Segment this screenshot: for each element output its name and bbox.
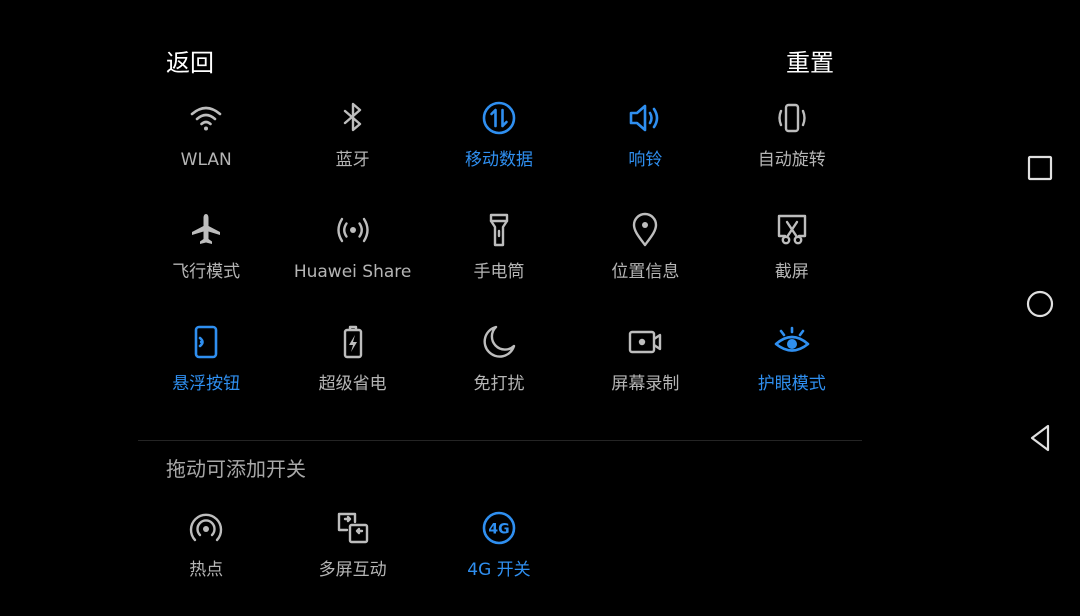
home-button[interactable]: [1020, 284, 1060, 324]
flashlight-icon: [477, 208, 521, 252]
auto-rotate-icon: [770, 96, 814, 140]
recent-apps-icon: [1027, 155, 1053, 181]
screen-record-icon: [623, 320, 667, 364]
toggle-ring[interactable]: 响铃: [572, 94, 718, 206]
toggle-4g[interactable]: 4G 4G 开关: [426, 504, 572, 616]
ring-icon: [623, 96, 667, 140]
multi-screen-icon: [331, 506, 375, 550]
hotspot-icon: [184, 506, 228, 550]
extra-toggle-row: 热点 多屏互动 4G 4G 开关: [133, 504, 865, 616]
eye-comfort-icon: [770, 320, 814, 364]
toggle-screenshot[interactable]: 截屏: [719, 206, 865, 318]
4g-icon: 4G: [477, 506, 521, 550]
toggle-label: 超级省电: [318, 374, 387, 394]
toggle-label: 4G 开关: [467, 560, 531, 580]
do-not-disturb-icon: [477, 320, 521, 364]
home-icon: [1026, 290, 1054, 318]
toggle-do-not-disturb[interactable]: 免打扰: [426, 318, 572, 430]
toggle-label: Huawei Share: [293, 262, 412, 282]
reset-button[interactable]: 重置: [786, 46, 834, 80]
toggle-label: 悬浮按钮: [172, 374, 241, 394]
toggle-mobile-data[interactable]: 移动数据: [426, 94, 572, 206]
back-button[interactable]: 返回: [166, 46, 214, 80]
section-divider: [138, 440, 862, 441]
toggle-screen-record[interactable]: 屏幕录制: [572, 318, 718, 430]
toggle-airplane-mode[interactable]: 飞行模式: [133, 206, 279, 318]
toggle-auto-rotate[interactable]: 自动旋转: [719, 94, 865, 206]
active-toggles-grid: WLAN 蓝牙 移动数据 响铃 自动旋转 飞行模式 Huawei Share 手…: [133, 94, 865, 430]
toggle-label: WLAN: [180, 150, 232, 170]
power-saving-icon: [331, 320, 375, 364]
available-toggles-grid: 热点 多屏互动 4G 4G 开关: [133, 504, 865, 616]
toggle-wlan[interactable]: WLAN: [133, 94, 279, 206]
recent-apps-button[interactable]: [1020, 148, 1060, 188]
screenshot-icon: [770, 208, 814, 252]
toggle-bluetooth[interactable]: 蓝牙: [279, 94, 425, 206]
bluetooth-icon: [331, 96, 375, 140]
toggle-flashlight[interactable]: 手电筒: [426, 206, 572, 318]
toggle-row-1: WLAN 蓝牙 移动数据 响铃 自动旋转: [133, 94, 865, 206]
toggle-label: 护眼模式: [757, 374, 826, 394]
quick-settings-editor: 返回 重置 WLAN 蓝牙 移动数据 响铃 自动旋转 飞行模式 Huawei S…: [0, 0, 1000, 608]
toggle-label: 位置信息: [611, 262, 680, 282]
toggle-label: 响铃: [628, 150, 663, 170]
toggle-floating-button[interactable]: 悬浮按钮: [133, 318, 279, 430]
toggle-huawei-share[interactable]: Huawei Share: [279, 206, 425, 318]
drag-hint-text: 拖动可添加开关: [166, 457, 306, 481]
toggle-hotspot[interactable]: 热点: [133, 504, 279, 616]
back-icon: [1030, 424, 1050, 452]
airplane-icon: [184, 208, 228, 252]
toggle-label: 免打扰: [473, 374, 525, 394]
location-icon: [623, 208, 667, 252]
toggle-location[interactable]: 位置信息: [572, 206, 718, 318]
toggle-power-saving[interactable]: 超级省电: [279, 318, 425, 430]
toggle-label: 手电筒: [473, 262, 525, 282]
svg-text:4G: 4G: [488, 522, 509, 538]
toggle-multi-screen[interactable]: 多屏互动: [279, 504, 425, 616]
back-nav-button[interactable]: [1020, 418, 1060, 458]
mobile-data-icon: [477, 96, 521, 140]
toggle-label: 屏幕录制: [611, 374, 680, 394]
toggle-label: 多屏互动: [318, 560, 387, 580]
toggle-label: 热点: [189, 560, 224, 580]
top-bar: 返回 重置: [166, 46, 834, 80]
toggle-label: 飞行模式: [172, 262, 241, 282]
toggle-eye-comfort[interactable]: 护眼模式: [719, 318, 865, 430]
toggle-row-3: 悬浮按钮 超级省电 免打扰 屏幕录制 护眼模式: [133, 318, 865, 430]
wifi-icon: [184, 96, 228, 140]
huawei-share-icon: [331, 208, 375, 252]
toggle-label: 自动旋转: [757, 150, 826, 170]
navigation-bar: [1000, 0, 1080, 608]
floating-button-icon: [184, 320, 228, 364]
toggle-label: 截屏: [774, 262, 809, 282]
toggle-row-2: 飞行模式 Huawei Share 手电筒 位置信息 截屏: [133, 206, 865, 318]
toggle-label: 移动数据: [464, 150, 533, 170]
toggle-label: 蓝牙: [335, 150, 370, 170]
